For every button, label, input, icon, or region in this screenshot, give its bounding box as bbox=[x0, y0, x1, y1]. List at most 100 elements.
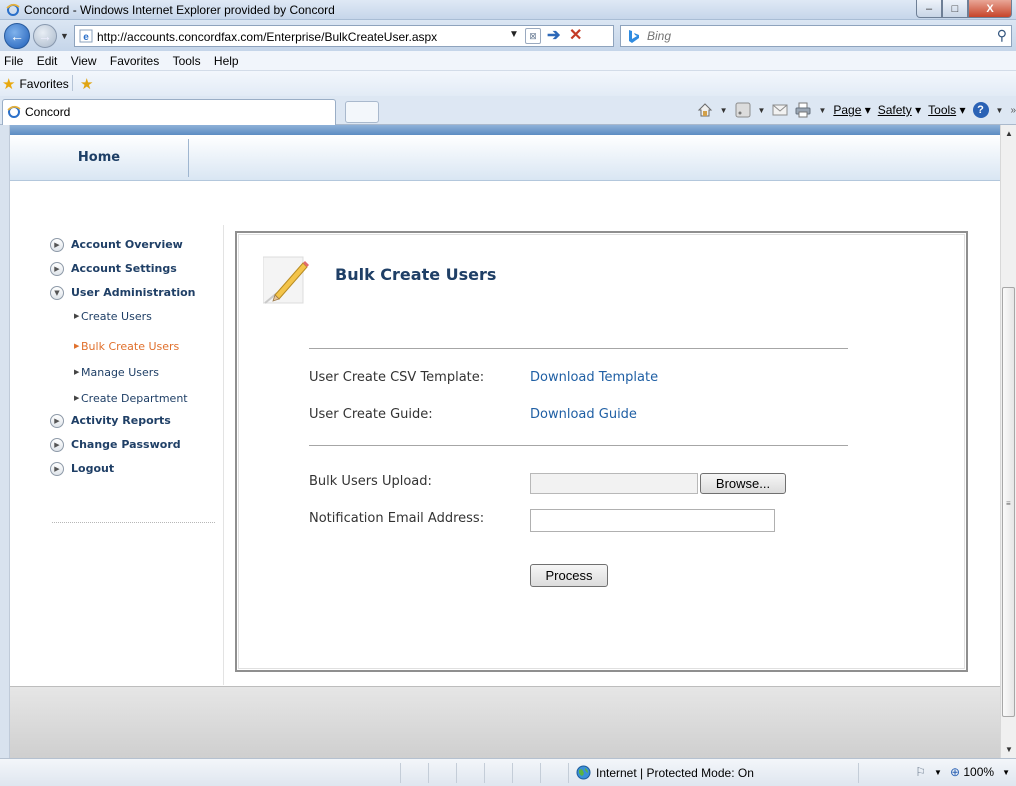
safety-menu[interactable]: Safety ▾ bbox=[878, 103, 921, 117]
expand-arrow-icon: ▶ bbox=[50, 238, 64, 252]
scroll-down-icon[interactable]: ▼ bbox=[1005, 745, 1013, 754]
help-icon[interactable]: ? bbox=[972, 102, 989, 118]
sidebar-subitem-create-users[interactable]: ▶ Create Users bbox=[36, 307, 226, 333]
protected-mode-icon[interactable]: ⚐ bbox=[915, 765, 926, 779]
page-content: Home ▶ Account Overview ▶ Account Settin… bbox=[10, 125, 1000, 758]
file-path-field[interactable] bbox=[530, 473, 698, 494]
tools-menu[interactable]: Tools ▾ bbox=[928, 103, 965, 117]
bullet-arrow-icon: ▶ bbox=[74, 342, 80, 350]
sidebar-item-user-administration[interactable]: ▼ User Administration bbox=[36, 283, 226, 307]
home-nav-link[interactable]: Home bbox=[10, 135, 188, 181]
panel-title: Bulk Create Users bbox=[335, 265, 497, 284]
window-left-border bbox=[0, 125, 10, 758]
tab-concord[interactable]: Concord bbox=[2, 99, 336, 125]
expand-arrow-icon: ▶ bbox=[50, 414, 64, 428]
security-zone[interactable]: Internet | Protected Mode: On bbox=[576, 765, 754, 780]
print-dropdown-icon[interactable]: ▼ bbox=[818, 106, 826, 115]
maximize-button[interactable]: □ bbox=[942, 0, 968, 18]
tab-bar: Concord ▼ ▼ ▼ Page ▾ Safety ▾ Tools ▾ ? … bbox=[0, 96, 1016, 125]
menu-view[interactable]: View bbox=[66, 51, 102, 68]
status-divider bbox=[428, 763, 429, 783]
recent-pages-dropdown-icon[interactable]: ▼ bbox=[60, 31, 69, 41]
panel-inner-border bbox=[238, 234, 965, 669]
sidebar-item-account-settings[interactable]: ▶ Account Settings bbox=[36, 259, 226, 283]
sidebar-subitem-create-department[interactable]: ▶ Create Department bbox=[36, 389, 226, 411]
upload-label: Bulk Users Upload: bbox=[309, 474, 432, 489]
favorites-button[interactable]: ★ Favorites bbox=[2, 75, 69, 93]
nav-divider bbox=[188, 139, 189, 177]
search-box[interactable]: ⚲ bbox=[620, 25, 1012, 47]
address-bar[interactable]: e http://accounts.concordfax.com/Enterpr… bbox=[74, 25, 614, 47]
scroll-up-icon[interactable]: ▲ bbox=[1005, 129, 1013, 138]
back-arrow-icon: ← bbox=[10, 28, 24, 44]
status-divider bbox=[456, 763, 457, 783]
bulk-create-panel: Bulk Create Users User Create CSV Templa… bbox=[235, 231, 968, 672]
sidebar-item-account-overview[interactable]: ▶ Account Overview bbox=[36, 235, 226, 259]
ie-page-icon: e bbox=[79, 29, 93, 43]
back-button[interactable]: ← bbox=[4, 23, 30, 49]
window-title: Concord - Windows Internet Explorer prov… bbox=[24, 3, 335, 17]
zoom-dropdown-icon[interactable]: ▼ bbox=[1002, 768, 1010, 777]
menu-edit[interactable]: Edit bbox=[32, 51, 63, 68]
menu-favorites[interactable]: Favorites bbox=[105, 51, 164, 68]
process-button[interactable]: Process bbox=[530, 564, 608, 587]
page-menu[interactable]: Page ▾ bbox=[833, 103, 870, 117]
menu-help[interactable]: Help bbox=[209, 51, 244, 68]
address-url[interactable]: http://accounts.concordfax.com/Enterpris… bbox=[97, 30, 437, 44]
zoom-control[interactable]: ⊕ 100% bbox=[950, 765, 994, 779]
download-guide-link[interactable]: Download Guide bbox=[530, 407, 637, 422]
close-button[interactable]: X bbox=[968, 0, 1012, 18]
help-dropdown-icon[interactable]: ▼ bbox=[996, 106, 1004, 115]
sidebar-subitem-manage-users[interactable]: ▶ Manage Users bbox=[36, 363, 226, 389]
favorites-bar: ★ Favorites ★ bbox=[0, 71, 1016, 96]
compatibility-view-icon[interactable]: ⊠ bbox=[525, 28, 541, 44]
status-divider bbox=[400, 763, 401, 783]
sidebar-item-label: Logout bbox=[71, 462, 115, 475]
search-icon[interactable]: ⚲ bbox=[997, 27, 1007, 44]
sidebar-item-label: Account Overview bbox=[71, 238, 183, 251]
more-commands-icon[interactable]: » bbox=[1010, 105, 1016, 116]
feeds-icon[interactable] bbox=[735, 102, 751, 118]
sidebar-item-change-password[interactable]: ▶ Change Password bbox=[36, 435, 226, 459]
menu-tools[interactable]: Tools bbox=[168, 51, 206, 68]
sidebar-menu: ▶ Account Overview ▶ Account Settings ▼ … bbox=[36, 235, 226, 483]
page-footer bbox=[10, 686, 1000, 758]
minimize-button[interactable]: – bbox=[916, 0, 942, 18]
section-divider bbox=[309, 445, 848, 446]
feeds-dropdown-icon[interactable]: ▼ bbox=[758, 106, 766, 115]
sidebar-item-label: Change Password bbox=[71, 438, 181, 451]
address-dropdown-icon[interactable]: ▼ bbox=[509, 29, 519, 40]
go-arrow-icon[interactable]: ➔ bbox=[547, 27, 560, 45]
sidebar-item-activity-reports[interactable]: ▶ Activity Reports bbox=[36, 411, 226, 435]
browse-button[interactable]: Browse... bbox=[700, 473, 786, 494]
vertical-scrollbar[interactable]: ▲ ≡ ▼ bbox=[1000, 125, 1016, 758]
home-icon[interactable] bbox=[697, 102, 713, 118]
print-icon[interactable] bbox=[795, 102, 811, 118]
status-divider bbox=[568, 763, 569, 783]
security-zone-label: Internet | Protected Mode: On bbox=[596, 765, 754, 780]
add-to-favorites-bar-icon[interactable]: ★ bbox=[80, 75, 93, 93]
read-mail-icon[interactable] bbox=[772, 102, 788, 118]
favorites-divider bbox=[72, 75, 73, 91]
stop-icon[interactable]: ✕ bbox=[569, 27, 582, 45]
sidebar-subitem-label: Manage Users bbox=[81, 366, 159, 379]
home-dropdown-icon[interactable]: ▼ bbox=[720, 106, 728, 115]
scrollbar-thumb[interactable]: ≡ bbox=[1002, 287, 1015, 717]
status-bar: Internet | Protected Mode: On ⚐ ▼ ⊕ 100%… bbox=[0, 758, 1016, 786]
sidebar-border bbox=[223, 225, 224, 685]
navigation-bar: ← → ▼ e http://accounts.concordfax.com/E… bbox=[0, 20, 1016, 51]
menu-file[interactable]: File bbox=[0, 51, 28, 68]
search-input[interactable] bbox=[647, 28, 967, 44]
svg-text:e: e bbox=[83, 32, 89, 43]
new-tab-button[interactable] bbox=[345, 101, 379, 123]
sidebar-divider bbox=[52, 522, 215, 523]
sidebar-item-logout[interactable]: ▶ Logout bbox=[36, 459, 226, 483]
forward-button[interactable]: → bbox=[33, 24, 57, 48]
template-label: User Create CSV Template: bbox=[309, 370, 485, 385]
expand-arrow-icon: ▶ bbox=[50, 462, 64, 476]
sidebar-subitem-bulk-create-users[interactable]: ▶ Bulk Create Users bbox=[36, 337, 226, 363]
download-template-link[interactable]: Download Template bbox=[530, 370, 658, 385]
status-right: ⚐ ▼ ⊕ 100% ▼ bbox=[915, 765, 1010, 779]
notification-email-field[interactable] bbox=[530, 509, 775, 532]
protected-mode-dropdown-icon[interactable]: ▼ bbox=[934, 768, 942, 777]
